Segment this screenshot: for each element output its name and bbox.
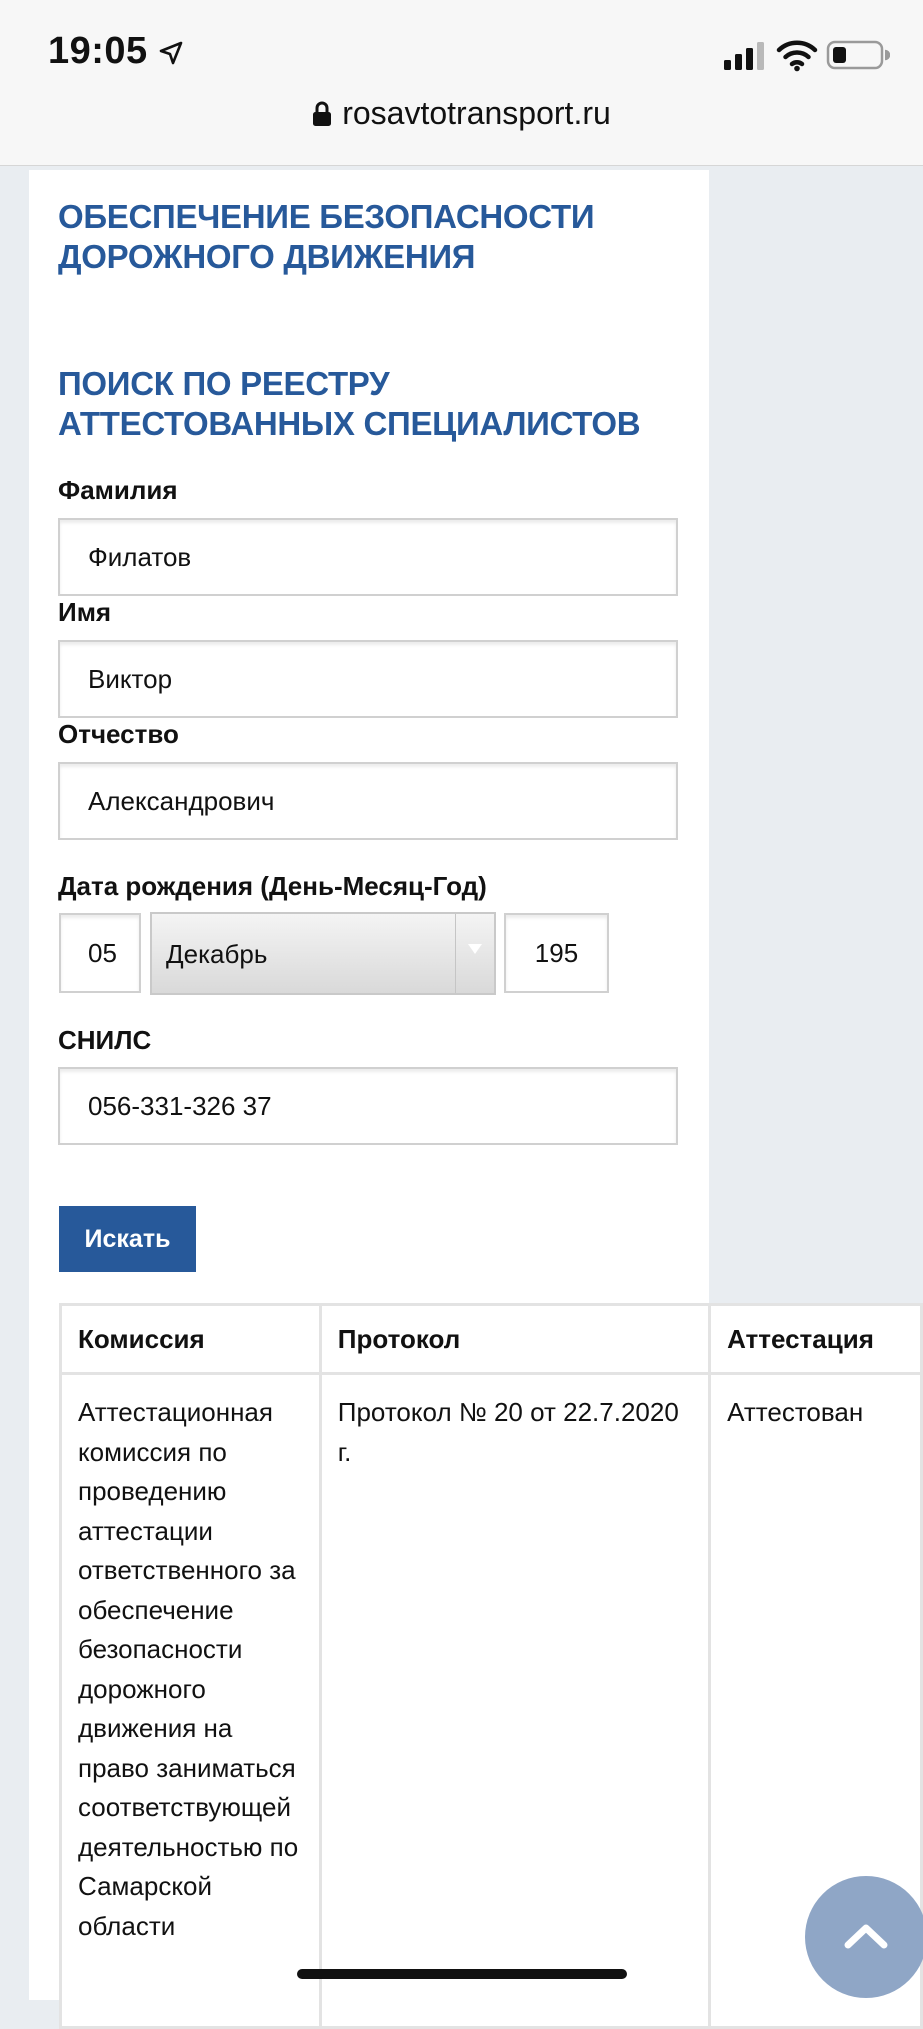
surname-field[interactable]: Филатов	[58, 518, 678, 596]
clock: 19:05	[48, 30, 148, 72]
birth-year-field[interactable]: 195	[504, 913, 609, 993]
patronymic-field[interactable]: Александрович	[58, 762, 678, 840]
cellular-signal-icon	[724, 42, 764, 70]
section-title: ОБЕСПЕЧЕНИЕ БЕЗОПАСНОСТИ ДОРОЖНОГО ДВИЖЕ…	[58, 198, 595, 275]
birth-day-field[interactable]: 05	[59, 913, 141, 993]
address-bar[interactable]: rosavtotransport.ru	[0, 95, 923, 132]
table-row: Аттестационная комиссия по проведению ат…	[59, 1372, 923, 2029]
birth-month-select[interactable]: Декабрь	[150, 912, 496, 995]
location-arrow-icon	[159, 41, 183, 65]
birthdate-label: Дата рождения (День-Месяц-Год)	[58, 871, 487, 901]
wifi-icon	[776, 40, 818, 72]
header-attestation: Аттестация	[708, 1303, 923, 1375]
url-text: rosavtotransport.ru	[342, 95, 611, 131]
chevron-up-icon	[844, 1924, 888, 1949]
name-label: Имя	[58, 597, 112, 627]
birth-month-value: Декабрь	[166, 939, 268, 969]
snils-field[interactable]: 056-331-326 37	[58, 1067, 678, 1145]
scroll-top-button[interactable]	[805, 1876, 923, 1998]
dropdown-arrow-icon	[455, 914, 494, 993]
cell-protocol: Протокол № 20 от 22.7.2020 г.	[318, 1372, 712, 2029]
results-table: Комиссия Протокол Аттестация Аттестацион…	[59, 1303, 923, 2029]
patronymic-label: Отчество	[58, 719, 179, 749]
search-title: ПОИСК ПО РЕЕСТРУ АТТЕСТОВАННЫХ СПЕЦИАЛИС…	[58, 365, 641, 442]
name-field[interactable]: Виктор	[58, 640, 678, 718]
home-indicator[interactable]	[297, 1969, 627, 1979]
battery-icon	[826, 40, 890, 70]
search-button[interactable]: Искать	[59, 1206, 196, 1272]
lock-icon	[313, 101, 332, 126]
snils-label: СНИЛС	[58, 1025, 152, 1055]
header-commission: Комиссия	[59, 1303, 322, 1375]
cell-commission: Аттестационная комиссия по проведению ат…	[59, 1372, 322, 2029]
surname-label: Фамилия	[58, 475, 178, 505]
status-bar: 19:05 rosavtotransport.ru	[0, 0, 923, 166]
header-protocol: Протокол	[318, 1303, 712, 1375]
table-header-row: Комиссия Протокол Аттестация	[59, 1303, 923, 1375]
